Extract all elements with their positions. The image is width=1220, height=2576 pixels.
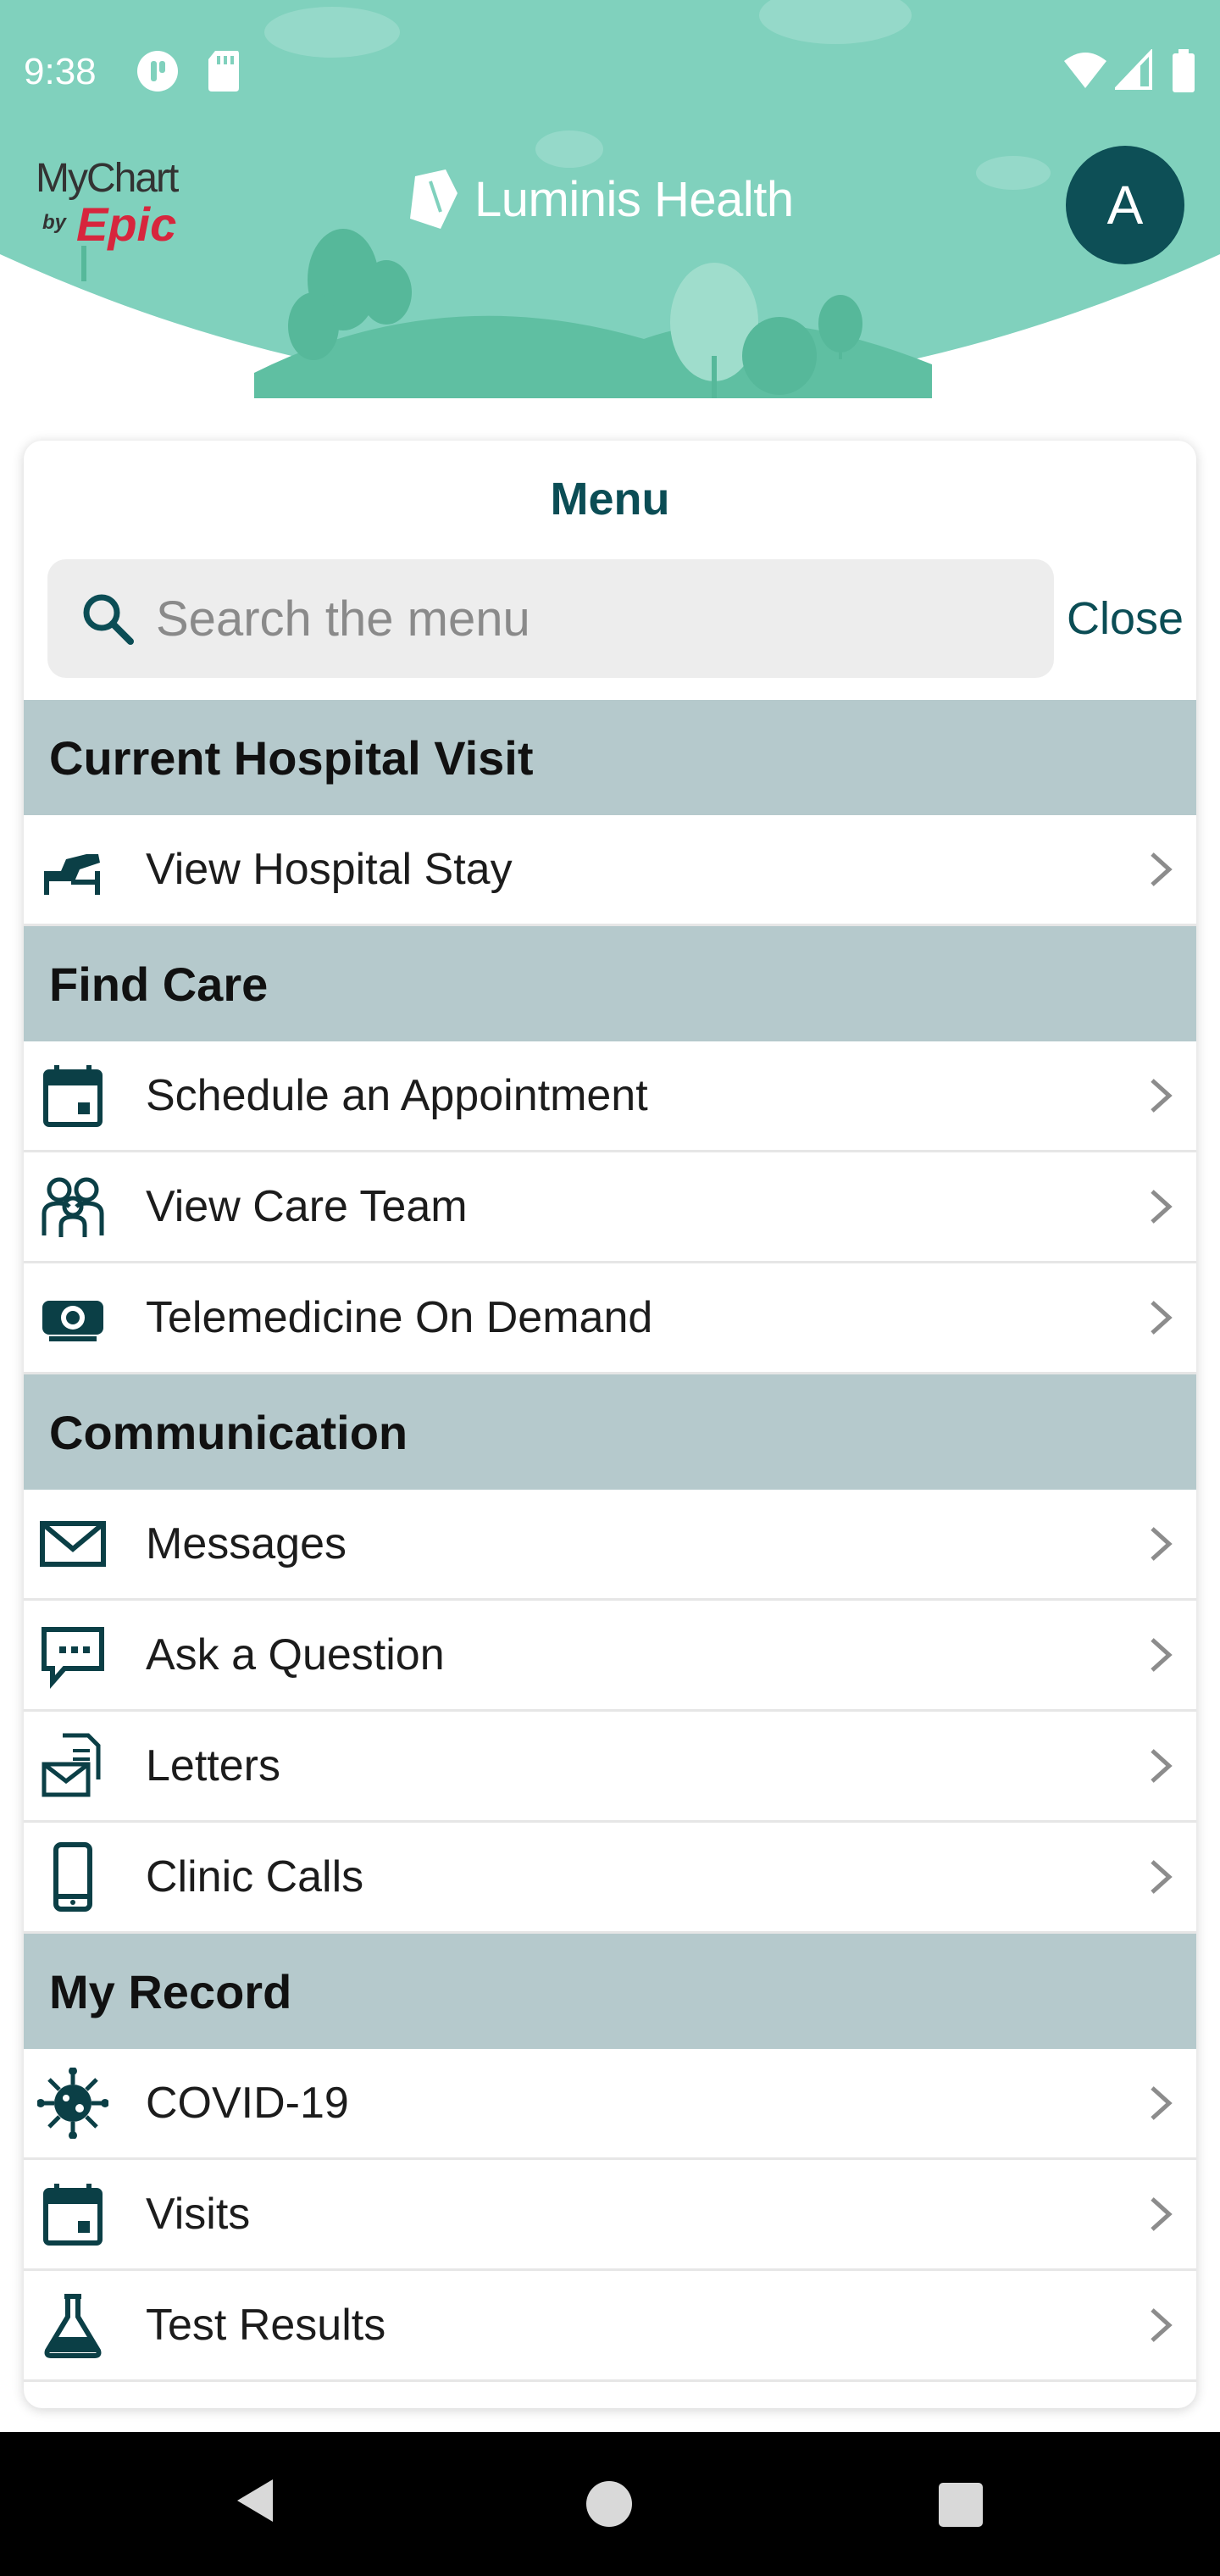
menu-item-label: View Hospital Stay (146, 845, 513, 894)
menu-item-test-results[interactable]: Test Results (24, 2271, 1196, 2382)
battery-icon (1173, 49, 1195, 92)
letters-icon (37, 1730, 108, 1802)
chevron-right-icon (1151, 1638, 1173, 1672)
menu-search-box[interactable] (47, 559, 1054, 678)
section-header-communication: Communication (24, 1374, 1196, 1490)
care-team-icon (37, 1171, 108, 1242)
mychart-epic-logo: MyChart by Epic (36, 156, 180, 251)
recent-apps-button[interactable] (939, 2483, 983, 2527)
section-header-current-hospital-visit: Current Hospital Visit (24, 700, 1196, 815)
menu-item-label: View Care Team (146, 1182, 468, 1231)
luminis-leaf-icon (410, 169, 458, 229)
menu-item-covid-19[interactable]: COVID-19 (24, 2049, 1196, 2160)
menu-item-label: Letters (146, 1741, 280, 1790)
webcam-icon (37, 1282, 108, 1353)
chat-bubble-icon (37, 1619, 108, 1690)
menu-item-view-hospital-stay[interactable]: View Hospital Stay (24, 815, 1196, 926)
menu-item-partial[interactable] (24, 2382, 1196, 2408)
menu-item-label: Visits (146, 2190, 251, 2239)
section-header-my-record: My Record (24, 1934, 1196, 2049)
chevron-right-icon (1151, 1527, 1173, 1561)
chevron-right-icon (1151, 1749, 1173, 1783)
menu-item-schedule-appointment[interactable]: Schedule an Appointment (24, 1041, 1196, 1152)
virus-icon (37, 2068, 108, 2139)
menu-item-label: Test Results (146, 2301, 386, 2350)
menu-item-label: Ask a Question (146, 1630, 445, 1679)
app-notification-icon (137, 51, 178, 92)
brand-name: Luminis Health (474, 171, 794, 227)
wifi-icon (1064, 53, 1106, 88)
close-button[interactable]: Close (1054, 559, 1196, 678)
cellular-signal-icon (1115, 49, 1152, 90)
menu-item-ask-a-question[interactable]: Ask a Question (24, 1601, 1196, 1712)
home-button[interactable] (586, 2481, 632, 2527)
menu-item-label: COVID-19 (146, 2079, 349, 2128)
menu-panel: Menu Close Current Hospital Visit View H… (24, 441, 1196, 2408)
svg-text:by: by (42, 211, 68, 234)
status-time: 9:38 (24, 51, 97, 92)
svg-text:Epic: Epic (76, 197, 176, 251)
chevron-right-icon (1151, 2308, 1173, 2342)
section-header-find-care: Find Care (24, 926, 1196, 1041)
menu-search-input[interactable] (156, 590, 1003, 647)
chevron-right-icon (1151, 2086, 1173, 2120)
svg-text:MyChart: MyChart (36, 156, 179, 201)
luminis-health-logo: Luminis Health (407, 168, 794, 230)
menu-item-visits[interactable]: Visits (24, 2160, 1196, 2271)
back-button[interactable] (232, 2476, 276, 2525)
hospital-bed-icon (37, 834, 108, 905)
flask-icon (37, 2290, 108, 2361)
menu-item-messages[interactable]: Messages (24, 1490, 1196, 1601)
menu-item-label: Schedule an Appointment (146, 1071, 648, 1120)
phone-icon (37, 1841, 108, 1913)
chevron-right-icon (1151, 2197, 1173, 2231)
chevron-right-icon (1151, 852, 1173, 886)
chevron-right-icon (1151, 1860, 1173, 1894)
menu-title: Menu (550, 474, 670, 525)
app-header: 9:38 MyChart by Epic Luminis Health A (0, 0, 1220, 407)
menu-item-telemedicine-on-demand[interactable]: Telemedicine On Demand (24, 1263, 1196, 1374)
menu-item-view-care-team[interactable]: View Care Team (24, 1152, 1196, 1263)
menu-item-label: Messages (146, 1519, 347, 1568)
avatar-initial: A (1106, 175, 1144, 236)
sd-card-icon (208, 51, 239, 92)
search-icon (83, 594, 134, 645)
envelope-icon (37, 1508, 108, 1579)
chevron-right-icon (1151, 1190, 1173, 1224)
chevron-right-icon (1151, 1301, 1173, 1335)
menu-item-letters[interactable]: Letters (24, 1712, 1196, 1823)
calendar-icon (37, 2179, 108, 2250)
menu-item-label: Clinic Calls (146, 1852, 364, 1901)
menu-list: Current Hospital Visit View Hospital Sta… (24, 700, 1196, 2408)
calendar-icon (37, 1060, 108, 1131)
menu-item-clinic-calls[interactable]: Clinic Calls (24, 1823, 1196, 1934)
menu-item-label: Telemedicine On Demand (146, 1293, 653, 1342)
account-avatar-button[interactable]: A (1066, 146, 1184, 264)
chevron-right-icon (1151, 1079, 1173, 1113)
status-bar: 9:38 (0, 0, 1220, 144)
